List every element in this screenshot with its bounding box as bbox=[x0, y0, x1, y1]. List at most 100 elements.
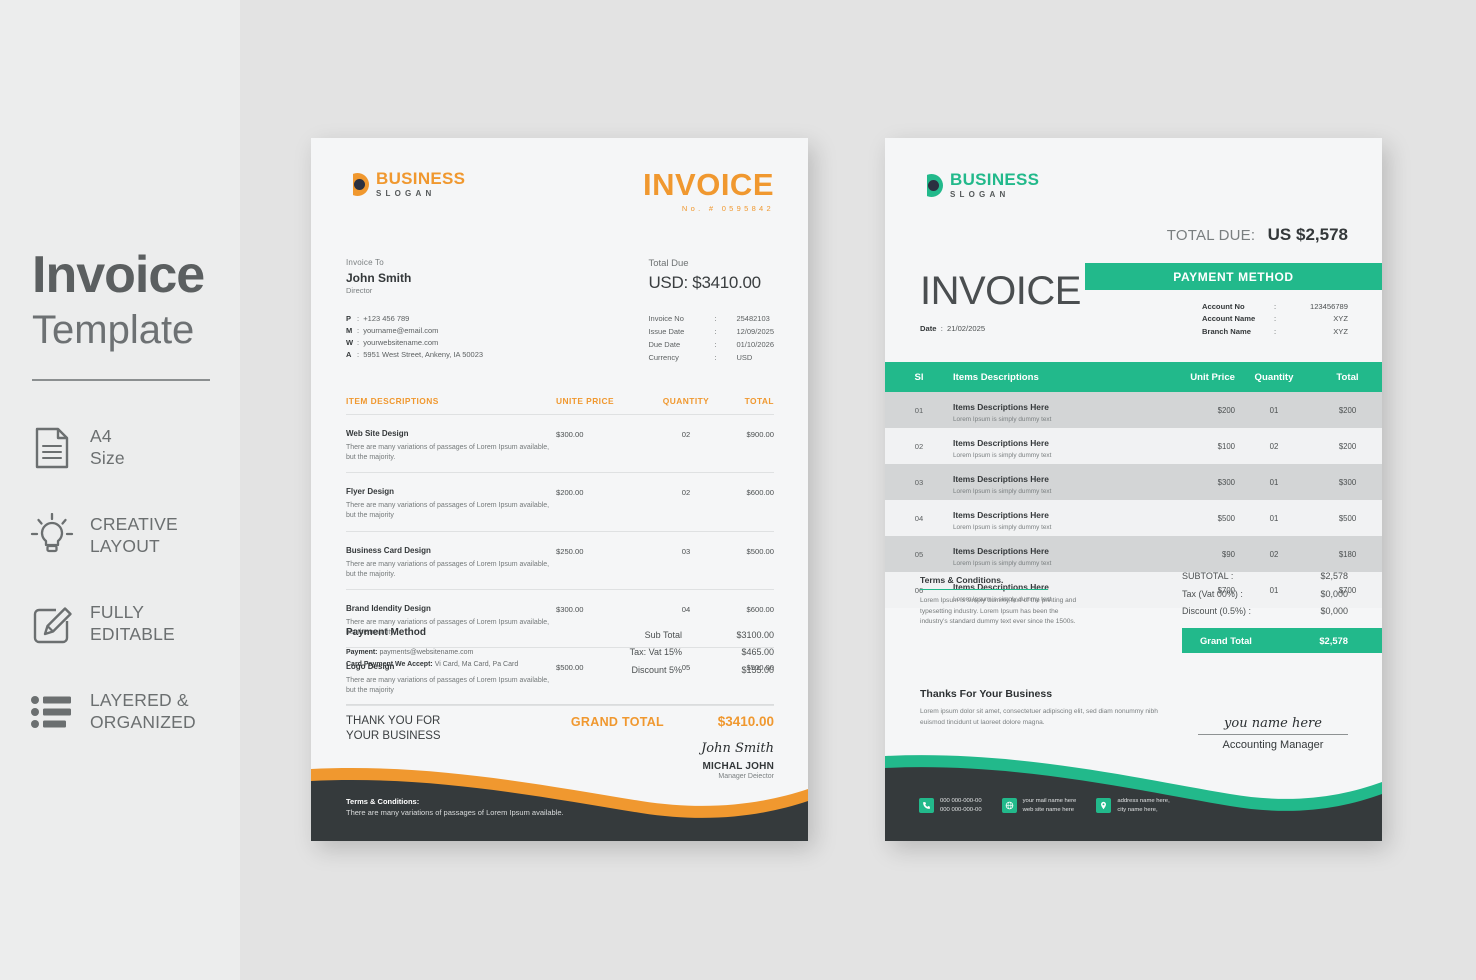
invoice-a-payment-and-totals: Payment Method Payment: payments@website… bbox=[346, 627, 774, 679]
contact-value: yourname@email.com bbox=[363, 326, 439, 336]
contact-key: M bbox=[346, 326, 353, 336]
contact-row: P: +123 456 789 bbox=[346, 313, 483, 325]
footer-contact-address: address name here, city name here, bbox=[1096, 797, 1170, 815]
date-value: 21/02/2025 bbox=[947, 324, 986, 333]
logo-slogan: SLOGAN bbox=[376, 189, 436, 198]
feature-line-1: LAYERED & bbox=[90, 690, 189, 711]
total-key: Tax: Vat 15% bbox=[629, 647, 682, 658]
terms-text: Lorem Ipsum is simply dummy text of the … bbox=[920, 597, 1077, 626]
invoice-a-meta-list: Invoice No: 25482103 Issue Date: 12/09/202… bbox=[648, 313, 774, 365]
table-row: 05 Items Descriptions Here Lorem Ipsum is… bbox=[885, 536, 1382, 572]
total-due-label: Total Due bbox=[648, 258, 689, 269]
contact-line-1: address name here, bbox=[1117, 797, 1170, 804]
grand-total-bar: Grand Total $2,578 bbox=[1182, 627, 1382, 653]
lightbulb-icon bbox=[30, 513, 74, 559]
total-value: $3100.00 bbox=[736, 630, 774, 640]
meta-value: 01/10/2026 bbox=[736, 339, 774, 349]
total-row: Discount (0.5%) : $0,000 bbox=[1182, 603, 1382, 621]
account-colon: : bbox=[1274, 326, 1277, 336]
account-key: Account Name bbox=[1202, 314, 1256, 324]
row-desc: Lorem Ipsum is simply dummy text bbox=[953, 560, 1052, 567]
item-price: $250.00 bbox=[556, 546, 584, 556]
feature-label-creative-layout: CREATIVE LAYOUT bbox=[90, 514, 178, 558]
item-desc: There are many variations of passages of… bbox=[346, 560, 550, 578]
pencil-edit-icon bbox=[30, 603, 74, 645]
payment-lines: Payment: payments@websitename.com Card P… bbox=[346, 647, 518, 671]
row-title: Items Descriptions Here bbox=[953, 402, 1049, 412]
contact-line-1: 000 000-000-00 bbox=[940, 797, 982, 804]
payment-cards-row: Card Payment We Accept: Vi Card, Ma Card… bbox=[346, 659, 518, 671]
contact-value: 5951 West Street, Ankeny, IA 50023 bbox=[363, 350, 484, 360]
invoice-a-footer-wave bbox=[311, 767, 808, 841]
item-title: Web Site Design bbox=[346, 429, 409, 438]
footer-contact-web: your mail name here web site name here bbox=[1001, 797, 1076, 815]
account-key: Account No bbox=[1202, 302, 1245, 311]
item-desc: There are many variations of passages of… bbox=[346, 444, 550, 462]
total-value: $2,578 bbox=[1320, 571, 1348, 581]
contact-row: M: yourname@email.com bbox=[346, 325, 483, 337]
column-header-items: Items Descriptions bbox=[953, 371, 1039, 383]
meta-value: 12/09/2025 bbox=[736, 326, 774, 336]
total-key: Discount 5% bbox=[631, 664, 682, 675]
invoice-a-header: BUSINESS SLOGAN INVOICE No. # 0595842 bbox=[344, 169, 774, 214]
logo-text-block: BUSINESS SLOGAN bbox=[376, 170, 465, 198]
row-title: Items Descriptions Here bbox=[953, 438, 1049, 448]
column-header-item: ITEM DESCRIPTIONS bbox=[346, 396, 439, 406]
feature-line-1: FULLY bbox=[90, 602, 145, 623]
promo-heading-block: Invoice Template bbox=[32, 248, 232, 381]
logo-slogan: SLOGAN bbox=[950, 190, 1010, 199]
feature-line-1: CREATIVE bbox=[90, 514, 178, 535]
footer-contact-text: address name here, city name here, bbox=[1117, 797, 1169, 815]
feature-list: A4 Size CREATIVE LAYOUT FULLY EDITABLE L… bbox=[30, 404, 240, 756]
column-header-unit-price: Unit Price bbox=[1190, 371, 1235, 383]
account-colon: : bbox=[1274, 302, 1277, 311]
item-qty: 02 bbox=[681, 430, 691, 439]
table-row: 01 Items Descriptions Here Lorem Ipsum is… bbox=[885, 392, 1382, 428]
table-row: Web Site Design There are many variations… bbox=[346, 414, 774, 472]
total-due-label: TOTAL DUE: bbox=[1166, 227, 1256, 244]
feature-label-a4-size: A4 Size bbox=[90, 426, 125, 470]
invoice-page-orange: BUSINESS SLOGAN INVOICE No. # 0595842 In… bbox=[311, 138, 808, 841]
grand-total-label: Grand Total bbox=[1200, 634, 1252, 646]
item-qty: 03 bbox=[681, 546, 691, 556]
account-row: Branch Name: XYZ bbox=[1202, 326, 1348, 338]
row-sl: 01 bbox=[914, 405, 924, 415]
promo-panel: Invoice Template A4 Size CREATIVE LAYOUT… bbox=[0, 0, 240, 980]
account-colon: : bbox=[1274, 314, 1277, 324]
total-key: SUBTOTAL : bbox=[1182, 571, 1234, 581]
row-total: $300 bbox=[1338, 477, 1357, 487]
total-key: Sub Total bbox=[644, 630, 682, 640]
logo-text-block: BUSINESS SLOGAN bbox=[950, 171, 1039, 199]
client-role: Director bbox=[346, 286, 373, 295]
table-row: Flyer Design There are many variations of… bbox=[346, 472, 774, 530]
terms-underline bbox=[920, 589, 1048, 590]
total-due-value: US $2,578 bbox=[1267, 225, 1348, 244]
list-icon bbox=[30, 695, 74, 729]
total-value: $465.00 bbox=[741, 647, 774, 658]
payment-email-row: Payment: payments@websitename.com bbox=[346, 647, 518, 659]
meta-value: 25482103 bbox=[736, 314, 770, 323]
contact-value: yourwebsitename.com bbox=[363, 338, 439, 348]
billto-label: Invoice To bbox=[346, 258, 384, 267]
column-header-total: Total bbox=[1336, 371, 1359, 383]
meta-value: USD bbox=[736, 352, 753, 362]
payment-cards-label: Card Payment We Accept: bbox=[346, 660, 433, 668]
invoice-a-thanks: THANK YOU FOR YOUR BUSINESS bbox=[346, 714, 441, 744]
promo-title: Invoice bbox=[32, 246, 205, 304]
logo-circle-icon bbox=[344, 172, 369, 196]
item-desc: There are many variations of passages of… bbox=[346, 677, 550, 695]
row-title: Items Descriptions Here bbox=[953, 510, 1049, 520]
feature-item-creative-layout: CREATIVE LAYOUT bbox=[30, 492, 240, 580]
invoice-a-info: Invoice To John Smith Director P: +123 4… bbox=[346, 258, 774, 365]
total-key: Tax (Vat 00%) : bbox=[1182, 588, 1243, 599]
row-price: $300 bbox=[1217, 477, 1235, 487]
contact-line-2: city name here, bbox=[1117, 806, 1158, 813]
meta-row: Issue Date: 12/09/2025 bbox=[648, 326, 774, 339]
table-header-row: ITEM DESCRIPTIONS UNITE PRICE QUANTITY T… bbox=[346, 396, 774, 414]
client-name: John Smith bbox=[346, 271, 412, 285]
feature-line-2: ORGANIZED bbox=[90, 712, 196, 732]
account-value: XYZ bbox=[1333, 326, 1348, 336]
payment-email-label: Payment: bbox=[346, 649, 378, 656]
row-price: $500 bbox=[1217, 513, 1235, 523]
invoice-a-number: No. # 0595842 bbox=[681, 204, 774, 214]
